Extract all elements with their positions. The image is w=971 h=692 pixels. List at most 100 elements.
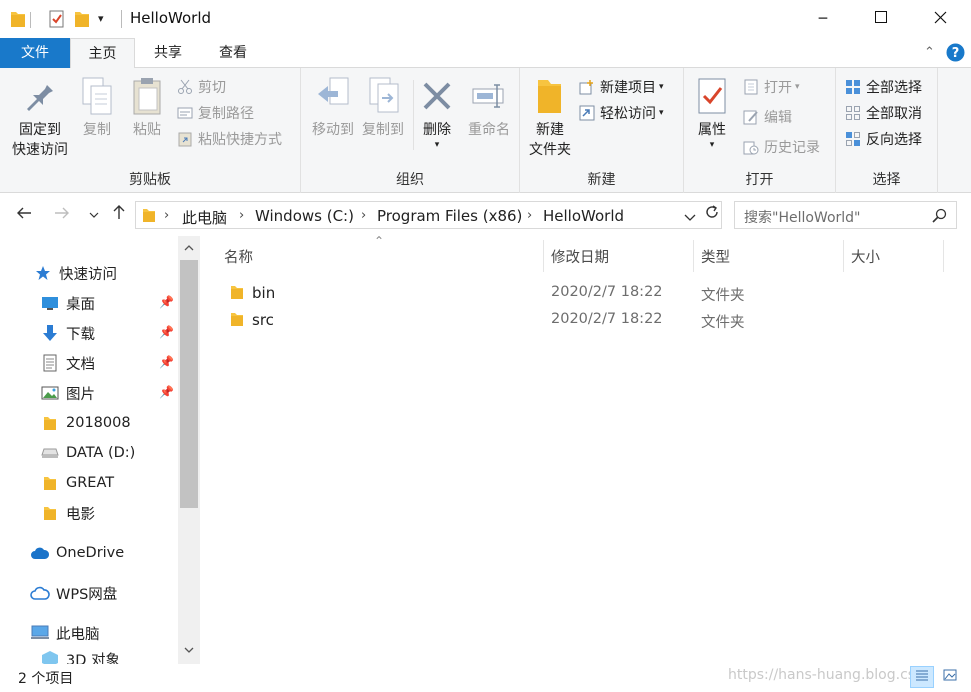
tab-file[interactable]: 文件	[0, 38, 70, 68]
copy-to-button[interactable]: 复制到	[355, 74, 411, 140]
search-icon[interactable]	[932, 208, 947, 227]
breadcrumb-separator[interactable]: ›	[239, 208, 244, 223]
picture-icon	[40, 383, 60, 403]
pin-icon[interactable]: 📌	[159, 325, 174, 339]
cloud-icon	[30, 583, 50, 603]
open-button[interactable]: 打开 ▾	[742, 76, 800, 98]
copy-label: 复制	[83, 122, 111, 138]
up-button[interactable]	[107, 202, 131, 226]
search-box[interactable]: 搜索"HelloWorld"	[734, 201, 957, 229]
search-input[interactable]: 搜索"HelloWorld"	[744, 207, 860, 227]
paste-button[interactable]: 粘贴	[126, 74, 168, 140]
select-all-icon	[844, 78, 862, 96]
nav-item-downloads[interactable]: 下载 📌	[0, 319, 178, 347]
nav-item-quick-access[interactable]: 快速访问	[0, 259, 178, 287]
breadcrumb-drive-c[interactable]: Windows (C:)	[255, 207, 354, 225]
breadcrumb-this-pc[interactable]: 此电脑	[182, 207, 227, 228]
file-name[interactable]: src	[252, 311, 274, 329]
scroll-up-icon[interactable]	[178, 238, 200, 258]
expand-ribbon-icon[interactable]: ⌃	[924, 45, 935, 60]
address-bar[interactable]: › 此电脑 › Windows (C:) › Program Files (x8…	[135, 201, 722, 229]
help-icon[interactable]: ?	[946, 43, 965, 66]
nav-item-3d-objects[interactable]: 3D 对象	[0, 649, 178, 664]
breadcrumb-separator[interactable]: ›	[527, 208, 532, 223]
properties-dropdown-icon[interactable]: ▾	[690, 140, 734, 150]
folder-icon[interactable]	[10, 10, 26, 30]
nav-item-movies[interactable]: 电影	[0, 499, 178, 527]
column-header-type[interactable]: 类型	[701, 246, 730, 267]
select-none-button[interactable]: 全部取消	[844, 102, 922, 124]
nav-item-desktop[interactable]: 桌面 📌	[0, 289, 178, 317]
star-icon	[33, 263, 53, 283]
delete-button[interactable]: 删除 ▾	[417, 74, 457, 150]
column-header-size[interactable]: 大小	[851, 246, 880, 267]
delete-dropdown-icon[interactable]: ▾	[417, 140, 457, 150]
table-row[interactable]: bin 2020/2/7 18:22 文件夹	[222, 280, 942, 306]
breadcrumb-program-files[interactable]: Program Files (x86)	[377, 207, 522, 225]
column-header-modified[interactable]: 修改日期	[551, 246, 609, 267]
nav-scrollbar[interactable]	[178, 236, 200, 664]
properties-quick-icon[interactable]	[48, 10, 66, 30]
maximize-button[interactable]	[858, 0, 904, 38]
details-view-button[interactable]	[910, 666, 934, 688]
copy-path-label: 复制路径	[198, 106, 254, 122]
column-divider[interactable]	[843, 240, 844, 272]
scrollbar-thumb[interactable]	[180, 260, 198, 508]
breadcrumb-separator[interactable]: ›	[164, 208, 169, 223]
new-folder-quick-icon[interactable]	[74, 10, 90, 30]
breadcrumb-separator[interactable]: ›	[361, 208, 366, 223]
nav-label: GREAT	[66, 475, 115, 491]
move-to-label: 移动到	[312, 122, 354, 138]
recent-locations-button[interactable]	[82, 202, 106, 226]
table-row[interactable]: src 2020/2/7 18:22 文件夹	[222, 307, 942, 333]
nav-item-this-pc[interactable]: 此电脑	[0, 619, 178, 647]
file-name[interactable]: bin	[252, 284, 275, 302]
properties-button[interactable]: 属性 ▾	[690, 74, 734, 150]
invert-selection-button[interactable]: 反向选择	[844, 128, 922, 150]
tab-home[interactable]: 主页	[70, 38, 135, 69]
new-item-button[interactable]: 新建项目 ▾	[578, 76, 664, 98]
pin-icon[interactable]: 📌	[159, 385, 174, 399]
close-button[interactable]	[917, 0, 963, 38]
invert-selection-label: 反向选择	[866, 132, 922, 148]
nav-item-wps-drive[interactable]: WPS网盘	[0, 579, 178, 607]
minimize-button[interactable]: ─	[800, 0, 846, 38]
column-divider[interactable]	[693, 240, 694, 272]
nav-item-documents[interactable]: 文档 📌	[0, 349, 178, 377]
copy-button[interactable]: 复制	[76, 74, 118, 140]
easy-access-button[interactable]: 轻松访问 ▾	[578, 102, 664, 124]
cut-button[interactable]: 剪切	[176, 76, 226, 98]
refresh-button[interactable]	[700, 202, 724, 226]
nav-item-onedrive[interactable]: OneDrive	[0, 539, 178, 567]
column-divider[interactable]	[943, 240, 944, 272]
column-divider[interactable]	[543, 240, 544, 272]
scroll-down-icon[interactable]	[178, 640, 200, 660]
back-button[interactable]	[12, 202, 36, 226]
paste-shortcut-button[interactable]: 粘贴快捷方式	[176, 128, 282, 150]
breadcrumb-helloworld[interactable]: HelloWorld	[543, 207, 624, 225]
column-header-name[interactable]: 名称	[224, 246, 253, 267]
nav-item-great[interactable]: GREAT	[0, 469, 178, 497]
customize-quick-access-icon[interactable]: ▾	[98, 12, 104, 32]
pin-label-line2: 快速访问	[12, 142, 68, 158]
nav-item-pictures[interactable]: 图片 📌	[0, 379, 178, 407]
new-folder-button[interactable]: 新建 文件夹	[524, 74, 576, 160]
tab-view[interactable]: 查看	[202, 38, 264, 68]
file-type: 文件夹	[701, 315, 745, 331]
nav-item-data-drive[interactable]: DATA (D:)	[0, 439, 178, 467]
history-button[interactable]: 历史记录	[742, 136, 820, 158]
copy-path-button[interactable]: 复制路径	[176, 102, 254, 124]
forward-button[interactable]	[50, 202, 74, 226]
pin-icon[interactable]: 📌	[159, 295, 174, 309]
move-to-button[interactable]: 移动到	[305, 74, 361, 140]
pin-icon[interactable]: 📌	[159, 355, 174, 369]
address-history-dropdown-icon[interactable]	[684, 211, 696, 226]
nav-item-2018008[interactable]: 2018008	[0, 409, 178, 437]
edit-button[interactable]: 编辑	[742, 106, 792, 128]
pin-to-quick-access-button[interactable]: 固定到 快速访问	[6, 74, 74, 160]
rename-button[interactable]: 重命名	[463, 74, 515, 140]
maximize-icon	[875, 11, 887, 27]
select-all-button[interactable]: 全部选择	[844, 76, 922, 98]
tab-share[interactable]: 共享	[137, 38, 199, 68]
large-icons-view-button[interactable]	[938, 666, 962, 688]
